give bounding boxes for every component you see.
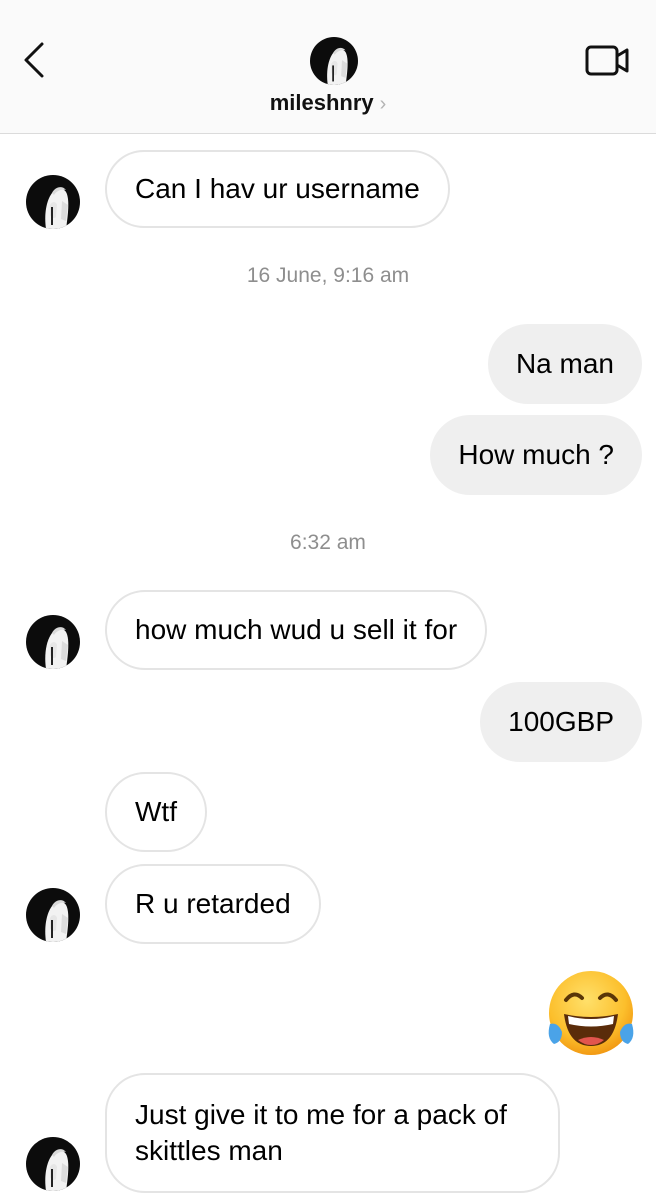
sender-avatar[interactable] xyxy=(26,175,80,229)
username: mileshnry xyxy=(269,90,374,115)
video-call-button[interactable] xyxy=(583,40,633,80)
timestamp: 16 June, 9:16 am xyxy=(246,264,410,287)
outgoing-message[interactable]: Na man xyxy=(487,324,642,404)
username-link[interactable]: mileshnry › xyxy=(0,90,656,116)
outgoing-message[interactable]: 100GBP xyxy=(480,682,642,762)
incoming-message[interactable]: Wtf xyxy=(105,772,207,852)
message-text: Na man xyxy=(515,348,614,379)
video-camera-icon xyxy=(585,45,629,76)
sender-avatar[interactable] xyxy=(26,888,80,942)
message-text: How much ? xyxy=(458,439,614,470)
timestamp: 6:32 am xyxy=(290,531,366,554)
message-text: Just give it to me for a pack of skittle… xyxy=(135,1099,507,1166)
message-text: 100GBP xyxy=(508,706,614,737)
back-button[interactable] xyxy=(18,38,54,82)
message-text: Can I hav ur username xyxy=(135,173,420,204)
sender-avatar[interactable] xyxy=(26,615,80,669)
message-text: how much wud u sell it for xyxy=(135,614,458,645)
message-text: Wtf xyxy=(135,796,177,827)
face-with-tears-of-joy-icon[interactable] xyxy=(544,966,638,1060)
outgoing-message[interactable]: How much ? xyxy=(430,415,642,495)
incoming-message[interactable]: Just give it to me for a pack of skittle… xyxy=(105,1073,560,1193)
chat-header: mileshnry › xyxy=(0,0,656,134)
sender-avatar[interactable] xyxy=(26,1137,80,1191)
incoming-message[interactable]: R u retarded xyxy=(105,864,321,944)
chevron-right-icon: › xyxy=(379,93,387,115)
message-text: R u retarded xyxy=(135,888,291,919)
chevron-left-icon xyxy=(24,42,44,78)
header-avatar[interactable] xyxy=(310,37,358,85)
incoming-message[interactable]: how much wud u sell it for xyxy=(105,590,488,670)
incoming-message[interactable]: Can I hav ur username xyxy=(105,150,450,228)
